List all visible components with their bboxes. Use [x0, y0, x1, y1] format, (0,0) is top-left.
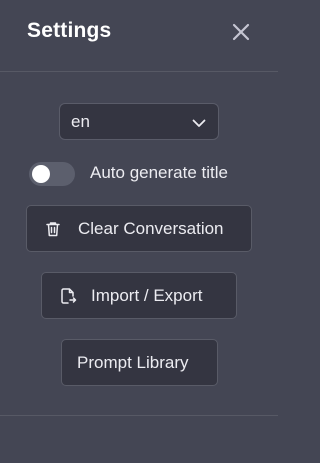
- close-icon: [232, 23, 250, 41]
- prompt-library-button[interactable]: Prompt Library: [61, 339, 218, 386]
- language-select-value: en: [71, 112, 90, 131]
- footer-divider: [0, 415, 278, 416]
- auto-generate-title-label: Auto generate title: [90, 163, 228, 182]
- auto-generate-title-toggle[interactable]: [29, 162, 75, 186]
- page-title: Settings: [27, 19, 112, 42]
- close-button[interactable]: [229, 20, 253, 44]
- clear-conversation-button[interactable]: Clear Conversation: [26, 205, 252, 252]
- toggle-knob: [32, 165, 50, 183]
- language-select[interactable]: en: [59, 103, 219, 140]
- file-export-icon: [61, 288, 77, 304]
- settings-panel: Settings en Auto generate title Clear Co…: [0, 0, 278, 463]
- chevron-down-icon: [192, 119, 206, 127]
- trash-icon: [46, 222, 60, 237]
- import-export-label: Import / Export: [91, 286, 203, 305]
- import-export-button[interactable]: Import / Export: [41, 272, 237, 319]
- settings-header: Settings: [0, 0, 278, 72]
- clear-conversation-label: Clear Conversation: [78, 219, 224, 238]
- auto-generate-title-row: Auto generate title: [29, 160, 259, 188]
- prompt-library-label: Prompt Library: [77, 353, 189, 372]
